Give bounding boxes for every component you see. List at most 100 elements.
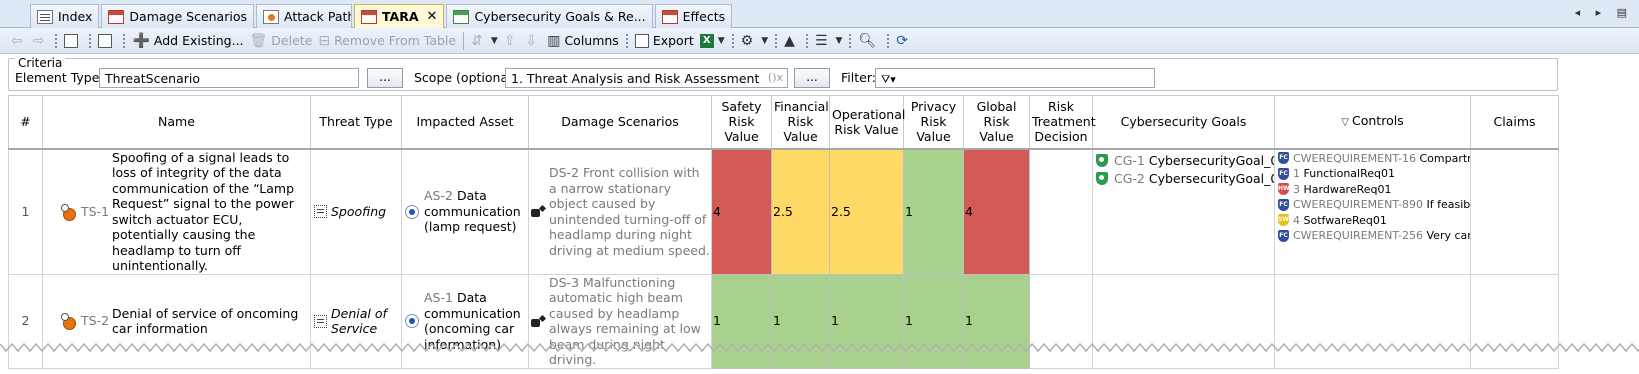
move-button[interactable]: ⇵ ▼: [468, 30, 501, 52]
forward-arrow-icon: ⇨: [32, 32, 45, 49]
threat-type-icon: [314, 205, 327, 218]
financial-risk-cell[interactable]: 2.5: [771, 148, 830, 275]
refresh-button[interactable]: ⟳: [893, 30, 915, 52]
asset-icon: [405, 204, 419, 219]
move-up-button[interactable]: ⇧: [501, 30, 523, 52]
find-button[interactable]: 🔍︎: [855, 30, 883, 52]
goals-cell[interactable]: CG-1 CybersecurityGoal_01 CG-2 Cybersecu…: [1092, 148, 1275, 275]
chevron-up-icon: ▲: [784, 32, 795, 49]
collapse-button[interactable]: ▲: [781, 30, 802, 52]
tab-cybersecurity-goals[interactable]: Cybersecurity Goals & Re...: [446, 4, 653, 28]
col-header-goals[interactable]: Cybersecurity Goals: [1092, 95, 1275, 150]
goal-id: CG-1: [1114, 152, 1145, 168]
control-item[interactable]: FC 1 FunctionalReq01: [1276, 166, 1470, 182]
col-header-operational-risk[interactable]: Operational Risk Value: [829, 95, 905, 150]
col-header-treatment[interactable]: Risk Treatment Decision: [1029, 95, 1096, 150]
delete-label: Delete: [271, 33, 313, 48]
criteria-row: Element Type: ThreatScenario ... Scope (…: [9, 67, 1557, 89]
close-icon[interactable]: ✕: [427, 9, 438, 24]
scope-field[interactable]: 1. Threat Analysis and Risk Assessment (…: [505, 68, 788, 88]
col-header-global-risk[interactable]: Global Risk Value: [963, 95, 1030, 150]
cybersecurity-goal-icon: [1096, 154, 1108, 167]
col-header-financial-risk[interactable]: Financial Risk Value: [771, 95, 830, 150]
delete-button[interactable]: 🗑 Delete: [247, 30, 316, 52]
filter-input[interactable]: ⛛▾: [875, 68, 1155, 88]
dropdown-arrow-icon: ▼: [490, 35, 498, 46]
tab-label: Index: [58, 9, 93, 24]
damage-scenario-cell[interactable]: DS-2 Front collision with a narrow stati…: [528, 148, 712, 275]
col-header-safety-risk[interactable]: Safety Risk Value: [711, 95, 772, 150]
damage-scenario-icon: [531, 314, 546, 329]
control-item[interactable]: FC CWEREQUIREMENT-16 Compartmental: [1276, 151, 1470, 167]
col-header-claims[interactable]: Claims: [1470, 95, 1559, 150]
back-arrow-icon: ⇦: [11, 32, 23, 49]
remove-from-table-button[interactable]: ⊟ Remove From Table: [315, 30, 459, 52]
col-header-controls[interactable]: ▽ Controls: [1274, 95, 1471, 150]
list-icon: ☰: [814, 32, 828, 49]
operational-risk-cell[interactable]: 2.5: [829, 148, 904, 275]
col-header-num[interactable]: #: [8, 95, 43, 150]
columns-button[interactable]: ▥ Columns: [544, 30, 622, 52]
tab-tara[interactable]: TARA ✕: [354, 4, 445, 28]
treatment-cell[interactable]: [1029, 148, 1093, 275]
goal-item[interactable]: CG-2 CybersecurityGoal_02: [1094, 170, 1274, 188]
col-header-name[interactable]: Name: [42, 95, 311, 150]
requirement-icon: FC: [1278, 152, 1289, 165]
tab-index[interactable]: Index: [30, 4, 100, 28]
control-item[interactable]: HW 3 HardwareReq01: [1276, 182, 1470, 198]
element-type-field[interactable]: ThreatScenario: [99, 68, 359, 88]
control-name: Compartmental: [1419, 151, 1470, 165]
back-button[interactable]: ⇦: [8, 30, 30, 52]
requirement-icon: FC: [1278, 229, 1289, 242]
threat-type-cell[interactable]: Spoofing: [310, 148, 402, 275]
claims-cell[interactable]: [1470, 148, 1559, 275]
tree-icon: [64, 33, 79, 48]
export-button[interactable]: Export: [632, 30, 697, 52]
tree-view-button[interactable]: [61, 30, 85, 52]
element-type-label: Element Type:: [15, 70, 104, 85]
tab-damage-scenarios[interactable]: Damage Scenarios: [101, 4, 254, 28]
tab-effects[interactable]: Effects: [654, 4, 733, 28]
delete-icon: 🗑: [249, 32, 268, 49]
add-existing-button[interactable]: ➕ Add Existing...: [129, 30, 246, 52]
asset-id: AS-2: [424, 188, 453, 204]
goal-item[interactable]: CG-1 CybersecurityGoal_01: [1094, 152, 1274, 170]
add-icon: ➕: [132, 32, 150, 49]
toolbar-separator: [463, 31, 465, 50]
hardware-requirement-icon: HW: [1278, 183, 1290, 196]
view-options-button[interactable]: ☰ ▼: [812, 30, 845, 52]
toolbar-separator: [805, 33, 808, 48]
col-header-impacted-asset[interactable]: Impacted Asset: [401, 95, 529, 150]
table-row[interactable]: 1 TS-1 Spoofing of a signal leads to los…: [8, 148, 1559, 275]
export-label: Export: [652, 33, 694, 48]
threat-id: TS-1: [81, 203, 110, 219]
criteria-panel: Criteria Element Type: ThreatScenario ..…: [8, 56, 1558, 91]
element-type-browse-button[interactable]: ...: [367, 68, 403, 88]
tab-attack-paths[interactable]: Attack Paths: [256, 4, 352, 28]
col-header-damage-scenarios[interactable]: Damage Scenarios: [528, 95, 712, 150]
impacted-asset-cell[interactable]: AS-2 Data communication (lamp request): [401, 148, 529, 275]
forward-button[interactable]: ⇨: [30, 30, 52, 52]
excel-export-button[interactable]: X ▼: [697, 30, 728, 52]
asset-icon: [405, 314, 419, 328]
controls-cell[interactable]: FC CWEREQUIREMENT-16 Compartmental FC 1 Fu…: [1274, 148, 1471, 275]
control-item[interactable]: SW 4 SotfwareReq01: [1276, 213, 1470, 229]
tab-navigation-icons[interactable]: ◂ ▸ ▤: [1575, 6, 1633, 19]
col-header-threat-type[interactable]: Threat Type: [310, 95, 402, 150]
settings-button[interactable]: ⚙ ▼: [738, 30, 771, 52]
privacy-risk-cell[interactable]: 1: [903, 148, 964, 275]
move-down-button[interactable]: ⇩: [522, 30, 544, 52]
safety-risk-cell[interactable]: 4: [711, 148, 772, 275]
clear-scope-icon[interactable]: ()x: [768, 71, 783, 84]
control-item[interactable]: FC CWEREQUIREMENT-890 If feasible, the: [1276, 197, 1470, 213]
threat-scenario-icon: [61, 203, 77, 221]
global-risk-cell[interactable]: 4: [963, 148, 1030, 275]
move-icon: ⇵: [471, 32, 483, 49]
name-cell[interactable]: TS-1 Spoofing of a signal leads to loss …: [42, 148, 311, 275]
select-button[interactable]: [95, 30, 119, 52]
control-item[interactable]: FC CWEREQUIREMENT-256 Very carefully r: [1276, 228, 1470, 244]
toolbar-separator: [55, 33, 58, 48]
scope-browse-button[interactable]: ...: [794, 68, 830, 88]
col-header-privacy-risk[interactable]: Privacy Risk Value: [903, 95, 964, 150]
down-icon: ⇩: [525, 32, 538, 49]
